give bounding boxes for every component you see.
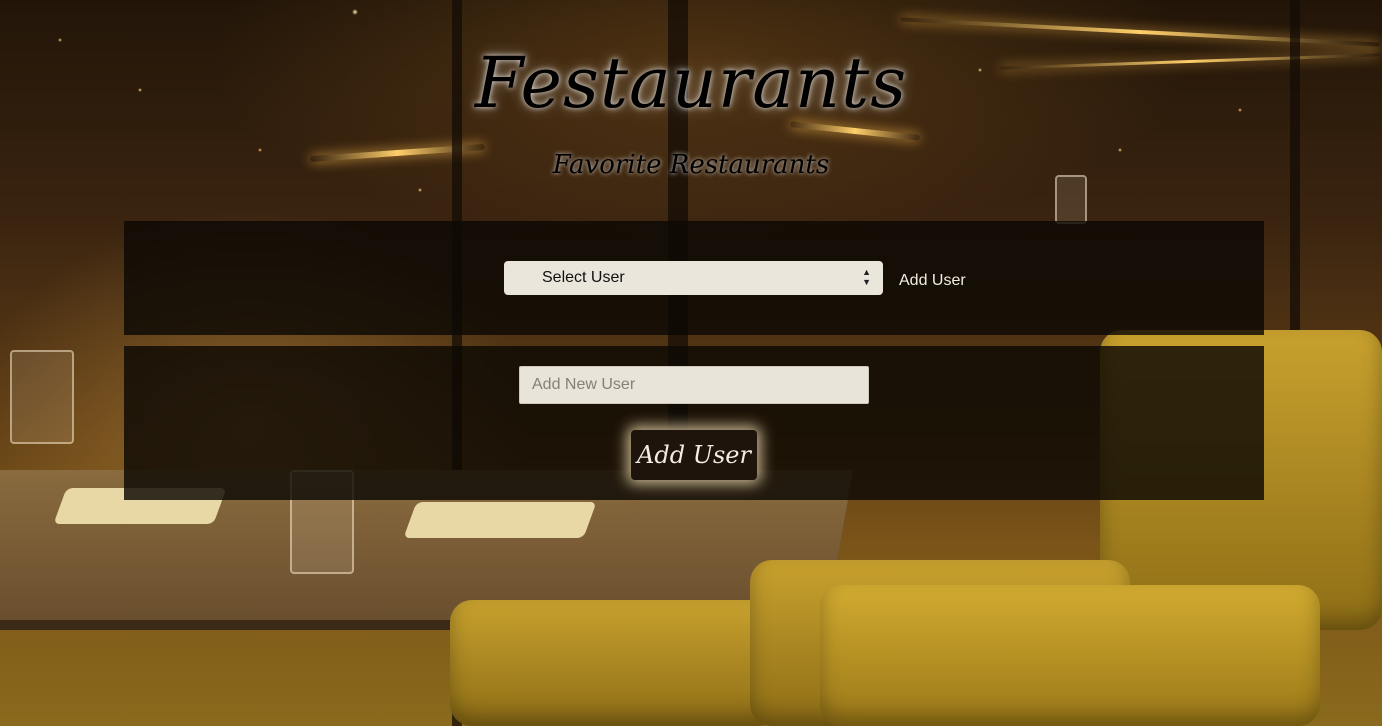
user-select-value: Select User [542, 269, 625, 286]
app-title: Festaurants [474, 42, 908, 124]
new-user-input[interactable] [519, 366, 869, 404]
user-select[interactable]: Select User ▲ ▼ [504, 261, 883, 295]
chair [450, 600, 780, 726]
page-subtitle: Favorite Restaurants [552, 150, 830, 180]
user-select-panel: Select User ▲ ▼ Add User [124, 221, 1264, 335]
chair [820, 585, 1320, 726]
napkin [403, 502, 597, 538]
add-user-link[interactable]: Add User [899, 272, 966, 290]
wine-glass [10, 350, 74, 444]
sort-arrows-icon: ▲ ▼ [862, 267, 871, 287]
new-user-panel: Add User [124, 346, 1264, 500]
wine-glass [1055, 175, 1087, 224]
add-user-button[interactable]: Add User [631, 430, 757, 480]
